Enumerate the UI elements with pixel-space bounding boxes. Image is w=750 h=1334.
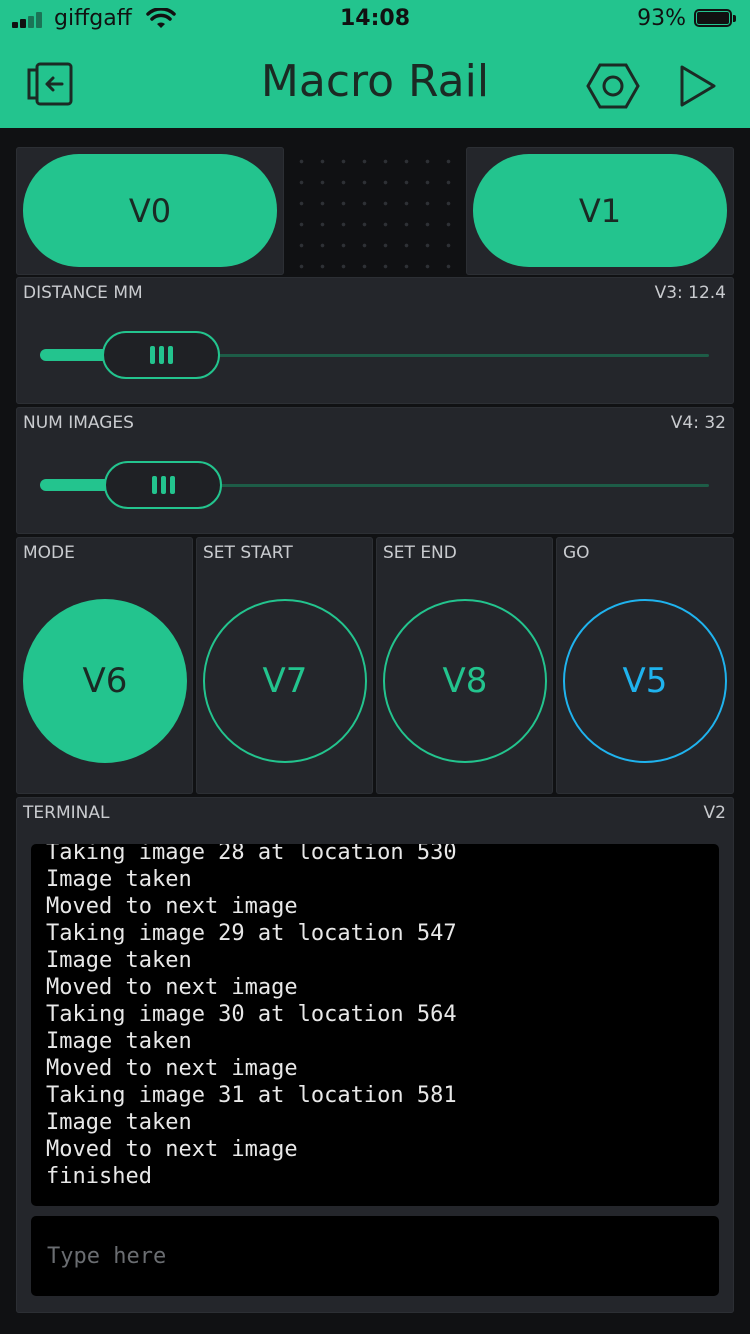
set-start-label: SET START <box>203 543 293 563</box>
battery-icon <box>694 9 738 29</box>
terminal-line: Image taken <box>46 948 192 973</box>
terminal-line: Moved to next image <box>46 894 298 919</box>
set-end-button[interactable]: V8 <box>383 599 547 763</box>
terminal-line: Taking image 30 at location 564 <box>46 1002 457 1027</box>
distance-value: V3: 12.4 <box>654 283 726 303</box>
terminal-line: Moved to next image <box>46 1137 298 1162</box>
num-images-slider-panel: NUM IMAGES V4: 32 <box>16 407 734 534</box>
empty-grid-area <box>287 147 463 275</box>
app-header: giffgaff 14:08 93% Macro Rail <box>0 0 750 128</box>
terminal-line: Image taken <box>46 867 192 892</box>
terminal-line: Taking image 28 at location 530 <box>46 844 457 865</box>
num-images-value: V4: 32 <box>670 413 726 433</box>
status-bar: giffgaff 14:08 93% <box>0 0 750 40</box>
num-images-label: NUM IMAGES <box>23 413 134 433</box>
v1-button[interactable]: V1 <box>473 154 727 267</box>
num-images-slider-handle[interactable] <box>104 461 222 509</box>
terminal-line: Image taken <box>46 1029 192 1054</box>
set-start-button[interactable]: V7 <box>203 599 367 763</box>
set-start-panel: SET START V7 <box>196 537 373 794</box>
terminal-line: Taking image 29 at location 547 <box>46 921 457 946</box>
terminal-line: Moved to next image <box>46 1056 298 1081</box>
button-panel-v1: V1 <box>466 147 734 275</box>
terminal-line: Taking image 31 at location 581 <box>46 1083 457 1108</box>
set-end-label: SET END <box>383 543 457 563</box>
settings-hexagon-icon[interactable] <box>586 62 640 110</box>
distance-label: DISTANCE MM <box>23 283 143 303</box>
go-button[interactable]: V5 <box>563 599 727 763</box>
battery-percentage: 93% <box>637 6 686 31</box>
set-end-panel: SET END V8 <box>376 537 553 794</box>
button-panel-v0: V0 <box>16 147 284 275</box>
terminal-lines: Taking image 28 at location 530 Image tak… <box>46 844 457 1190</box>
terminal-pin: V2 <box>703 803 726 823</box>
terminal-line: Image taken <box>46 1110 192 1135</box>
terminal-line: finished <box>46 1164 152 1189</box>
distance-slider-handle[interactable] <box>102 331 220 379</box>
go-label: GO <box>563 543 590 563</box>
mode-panel: MODE V6 <box>16 537 193 794</box>
mode-label: MODE <box>23 543 75 563</box>
go-panel: GO V5 <box>556 537 734 794</box>
terminal-output[interactable]: Taking image 28 at location 530 Image tak… <box>31 844 719 1206</box>
v0-button[interactable]: V0 <box>23 154 277 267</box>
mode-button[interactable]: V6 <box>23 599 187 763</box>
terminal-input[interactable] <box>31 1216 719 1296</box>
terminal-label: TERMINAL <box>23 803 110 823</box>
distance-slider-panel: DISTANCE MM V3: 12.4 <box>16 277 734 404</box>
terminal-line: Moved to next image <box>46 975 298 1000</box>
play-icon[interactable] <box>678 64 718 108</box>
